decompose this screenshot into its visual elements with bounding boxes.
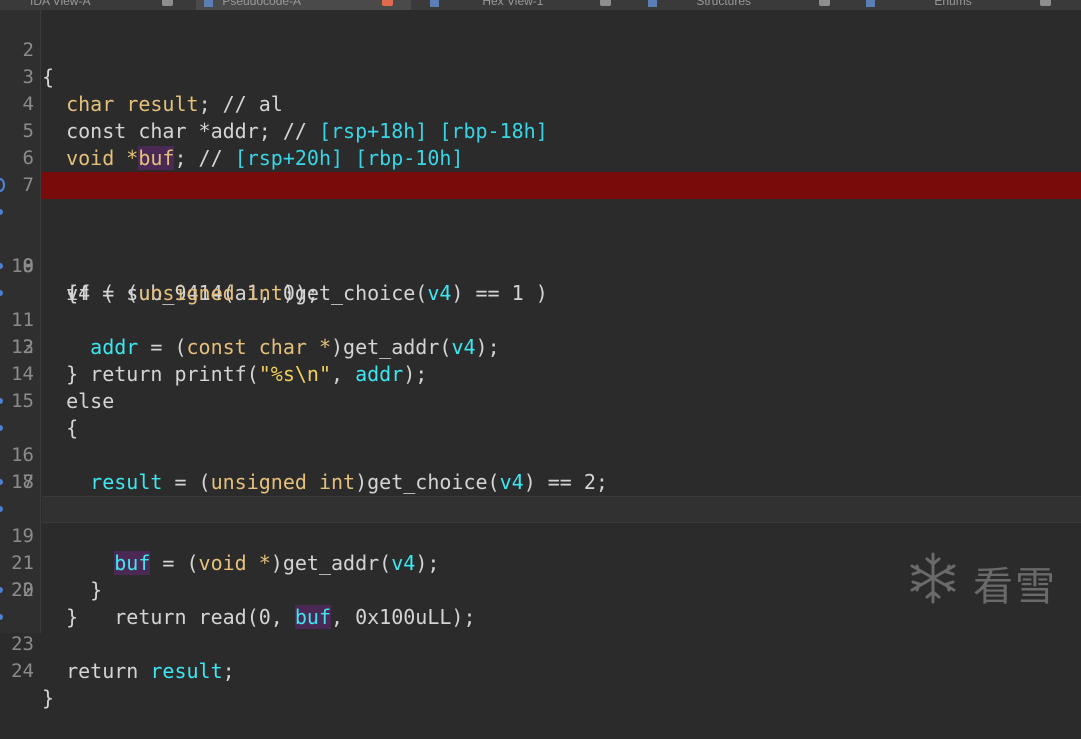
watermark: 看雪 (905, 548, 1065, 610)
tab-label: Pseudocode-A (222, 0, 302, 8)
tab-ida-view[interactable]: IDA View-A (30, 0, 90, 10)
code-line[interactable]: 5 void *buf; // [rsp+20h] [rbp-10h] (0, 91, 1081, 170)
line-marker-icon (0, 290, 3, 296)
close-icon[interactable] (382, 0, 393, 6)
tab-label: Enums (934, 0, 972, 8)
code-line[interactable]: 13 } (0, 307, 1081, 386)
line-number: 24 (11, 660, 34, 682)
tab-enums[interactable]: Enums (866, 0, 972, 10)
structures-icon (648, 0, 657, 7)
enums-icon (866, 0, 875, 7)
tab-structures[interactable]: Structures (648, 0, 751, 10)
tab-label: IDA View-A (30, 0, 91, 8)
code-line[interactable]: 14 else (0, 334, 1081, 413)
code-line[interactable]: 7 (0, 145, 1081, 196)
close-icon[interactable] (1040, 0, 1051, 6)
tab-bar: IDA View-A Pseudocode-A Hex View-1 Struc… (0, 0, 1081, 10)
pseudocode-icon (204, 0, 213, 7)
code-line[interactable]: 6 __int64 v4; // [rsp+28h] [rbp-8h] (0, 118, 1081, 197)
code-line[interactable]: 12 return printf("%s\n", addr); (0, 280, 1081, 386)
line-marker-icon (0, 263, 3, 269)
line-marker-icon (0, 398, 3, 404)
tab-hex-view[interactable]: Hex View-1 (430, 0, 543, 10)
code-line[interactable]: 10 { (0, 226, 1081, 305)
code-line[interactable]: 2 { (0, 10, 1081, 89)
code-line[interactable]: 24 } (0, 604, 1081, 710)
line-marker-icon (0, 425, 3, 431)
tab-label: Structures (696, 0, 752, 8)
code-line[interactable]: 9 if ( (unsigned int)get_choice(v4) == 1… (0, 199, 1081, 305)
code-line[interactable]: 19 buf = (void *)get_addr(v4); (0, 469, 1081, 575)
line-marker-icon (0, 479, 3, 485)
code-text: return result; (42, 659, 235, 683)
code-line[interactable]: 11 addr = (const char *)get_addr(v4); (0, 253, 1081, 359)
tab-pseudocode[interactable]: Pseudocode-A (196, 0, 411, 10)
snowflake-icon (910, 552, 956, 604)
code-line[interactable]: 21 } (0, 523, 1081, 602)
code-line[interactable]: 16 result = (unsigned int)get_choice(v4)… (0, 388, 1081, 494)
pseudocode-editor[interactable]: 2 { 3 char result; // al 4 const char *a… (0, 10, 1081, 710)
close-icon[interactable] (600, 0, 611, 6)
code-line-current[interactable]: 20 return read(0, buf, 0x100uLL); (0, 496, 1081, 629)
close-icon[interactable] (162, 0, 173, 6)
hex-view-icon (430, 0, 439, 7)
code-line[interactable]: 17 if ( result ) (0, 415, 1081, 521)
close-icon[interactable] (819, 0, 830, 6)
tab-label: Hex View-1 (482, 0, 544, 8)
code-line[interactable]: 4 const char *addr; // [rsp+18h] [rbp-18… (0, 64, 1081, 143)
current-line-highlight (42, 496, 1081, 523)
line-marker-icon (0, 614, 3, 620)
breakpoint-icon[interactable] (0, 178, 5, 192)
line-marker-icon (0, 587, 3, 593)
code-line[interactable]: 18 { (0, 442, 1081, 521)
code-line[interactable]: 15 { (0, 361, 1081, 440)
line-marker-icon (0, 209, 3, 215)
breakpoint-highlight (42, 172, 1081, 199)
code-text: } (42, 686, 55, 710)
code-line[interactable]: 3 char result; // al (0, 37, 1081, 116)
code-line-breakpoint[interactable]: 8 v4 = sub_9414(a1, 0); (0, 172, 1081, 305)
line-marker-icon (0, 506, 3, 512)
watermark-text: 看雪 (973, 564, 1057, 610)
